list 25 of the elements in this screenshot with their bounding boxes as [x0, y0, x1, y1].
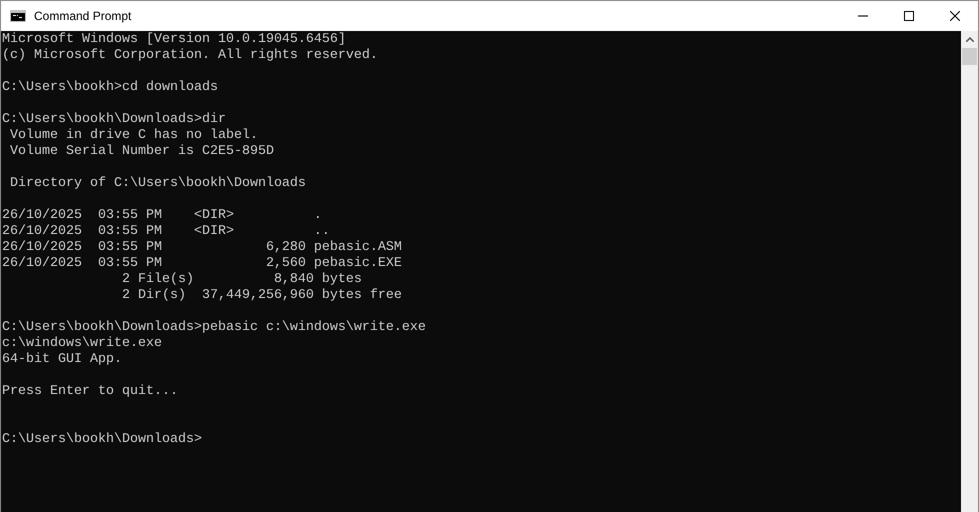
maximize-icon: [904, 11, 914, 21]
console-line: 64-bit GUI App.: [2, 352, 123, 368]
console-line: 26/10/2025 03:55 PM <DIR> .: [2, 208, 323, 224]
terminal-icon: [10, 10, 26, 22]
console-line: 2 Dir(s) 37,449,256,960 bytes free: [120, 288, 403, 304]
console-line: 2 File(s) 8,840 bytes: [120, 272, 363, 288]
console-line: C:\Users\bookh\Downloads>pebasic c:\windows\write.exe: [2, 320, 427, 336]
window-title: Command Prompt: [34, 9, 132, 23]
caret-up-icon: [966, 37, 974, 42]
console-line: Microsoft Windows [Version 10.0.19045.6456]: [2, 32, 347, 48]
console-line: (c) Microsoft Corporation. All rights reserved.: [2, 48, 379, 64]
console-line: 26/10/2025 03:55 PM 2,560 pebasic.EXE: [2, 256, 403, 272]
console-line: 26/10/2025 03:55 PM 6,280 pebasic.ASM: [2, 240, 403, 256]
console-line: Directory of C:\Users\bookh\Downloads: [8, 176, 307, 192]
console-line: Volume Serial Number is C2E5-895D: [8, 144, 275, 160]
scrollbar[interactable]: [961, 31, 978, 512]
console-line: c:\windows\write.exe: [2, 336, 163, 352]
console-line: Press Enter to quit...: [2, 384, 179, 400]
console-line: 26/10/2025 03:55 PM <DIR> ..: [2, 224, 331, 240]
close-icon: [950, 11, 960, 21]
console-line: C:\Users\bookh\Downloads>dir: [2, 112, 227, 128]
console-line: C:\Users\bookh\Downloads>: [2, 432, 203, 448]
console-line: C:\Users\bookh>cd downloads: [2, 80, 219, 96]
console-line: Volume in drive C has no label.: [8, 128, 259, 144]
scroll-thumb[interactable]: [962, 48, 977, 65]
